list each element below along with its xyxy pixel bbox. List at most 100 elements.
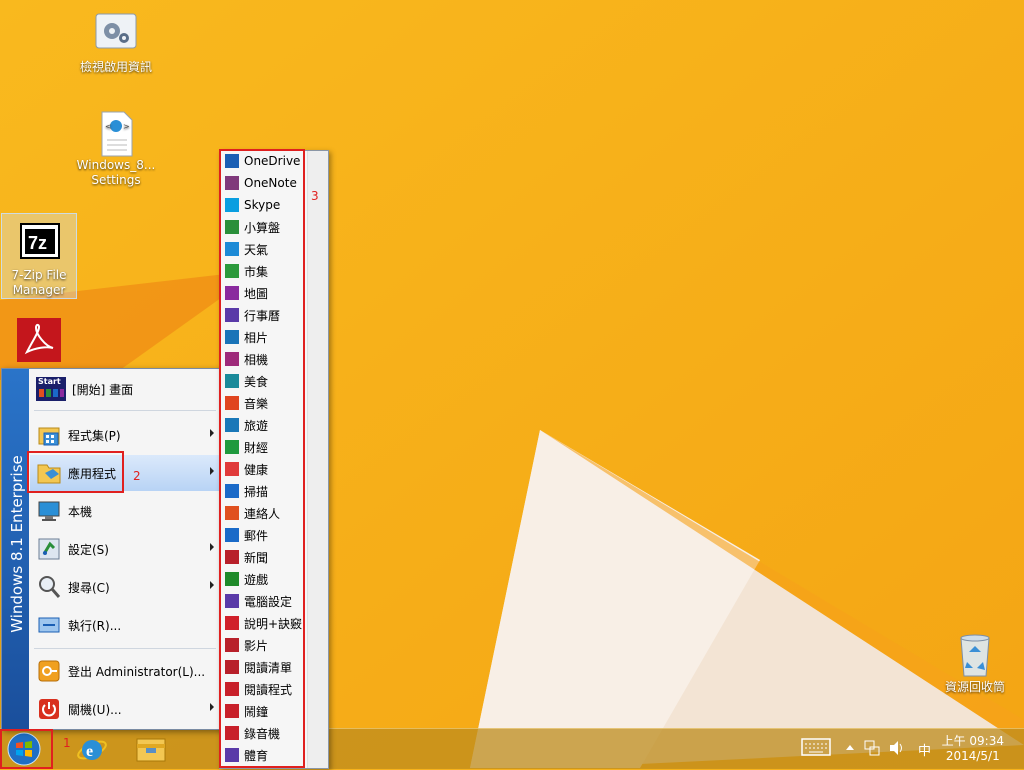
submenu-item-onedrive[interactable]: OneDrive [222,151,306,171]
submenu-item-skype[interactable]: Skype [222,195,306,215]
desktop-icon-label: Windows_8... Settings [76,158,156,187]
clock[interactable]: 上午 09:34 2014/5/1 [942,734,1004,764]
start-menu-banner-text: Windows 8.1 Enterprise [8,455,26,633]
start-menu-banner: Windows 8.1 Enterprise [2,369,29,729]
taskbar: e 中 上午 09:34 2014/5/1 [0,728,1024,769]
desktop-icon-label: 7-Zip File Manager [11,268,67,297]
start-screen-icon: Start [36,377,66,401]
start-menu-item-search[interactable]: 搜尋(C) [30,569,220,605]
submenu-item-pc-settings[interactable]: 電腦設定 [222,591,306,611]
finance-icon [225,440,239,454]
start-menu-item-this-pc[interactable]: 本機 [30,493,220,529]
start-menu-item-label: 關機(U)... [68,702,122,717]
submenu-item-health[interactable]: 健康 [222,459,306,479]
submenu-item-onenote[interactable]: OneNote [222,173,306,193]
submenu-arrow-icon [210,429,214,437]
submenu-item-calendar[interactable]: 行事曆 [222,305,306,325]
desktop-icon-7zip[interactable]: 7z 7-Zip File Manager [1,213,77,299]
submenu-item-news[interactable]: 新聞 [222,547,306,567]
submenu-item-music[interactable]: 音樂 [222,393,306,413]
submenu-item-food[interactable]: 美食 [222,371,306,391]
submenu-item-store[interactable]: 市集 [222,261,306,281]
svg-text:e: e [86,743,93,760]
start-menu-item-label: 應用程式 [68,466,117,481]
gear-document-icon [94,12,138,56]
scan-icon [225,484,239,498]
reader-icon [225,682,239,696]
search-icon [36,574,62,600]
submenu-item-sports[interactable]: 體育 [222,745,306,765]
taskbar-file-explorer[interactable] [133,731,169,767]
start-menu-item-shutdown[interactable]: 關機(U)... [30,691,220,727]
skype-icon [225,198,239,212]
submenu-item-maps[interactable]: 地圖 [222,283,306,303]
computer-icon [36,498,62,524]
start-button[interactable] [4,731,44,767]
submenu-item-video[interactable]: 影片 [222,635,306,655]
reading-list-icon [225,660,239,674]
desktop-icon-recycle-bin[interactable]: 資源回收筒 [930,632,1020,695]
start-menu-separator [34,648,216,649]
submenu-arrow-icon [210,703,214,711]
svg-text:>: > [123,122,130,131]
start-menu-item-start-screen[interactable]: Start [開始] 畫面 [30,371,220,407]
ime-indicator[interactable]: 中 [918,740,931,759]
weather-icon [225,242,239,256]
desktop-icon-activation-info[interactable]: 檢視啟用資訊 [71,12,161,75]
submenu-item-reader[interactable]: 閱讀程式 [222,679,306,699]
taskbar-internet-explorer[interactable]: e [74,731,110,767]
submenu-item-weather[interactable]: 天氣 [222,239,306,259]
calculator-icon [225,220,239,234]
submenu-arrow-icon [210,543,214,551]
recycle-bin-icon [953,632,997,677]
submenu-item-travel[interactable]: 旅遊 [222,415,306,435]
submenu-side-strip [307,151,328,768]
people-icon [225,506,239,520]
start-menu-item-settings[interactable]: 設定(S) [30,531,220,567]
start-menu-item-programs[interactable]: 程式集(P) [30,417,220,453]
start-menu-item-logoff[interactable]: 登出 Administrator(L)... [30,653,220,689]
trophy-icon [225,748,239,762]
games-icon [225,572,239,586]
show-hidden-icons-chevron-icon[interactable] [845,741,855,756]
desktop-icon-label: 檢視啟用資訊 [79,60,152,74]
apps-submenu: OneDrive OneNote Skype 小算盤 天氣 市集 地圖 行事曆 … [219,150,329,769]
submenu-item-alarms[interactable]: 鬧鐘 [222,701,306,721]
network-icon[interactable] [864,739,880,761]
submenu-item-help-tips[interactable]: 說明+訣竅 [222,613,306,633]
health-icon [225,462,239,476]
submenu-item-reading-list[interactable]: 閱讀清單 [222,657,306,677]
start-menu-item-label: 登出 Administrator(L)... [68,664,206,679]
music-icon [225,396,239,410]
news-icon [225,550,239,564]
submenu-item-scan[interactable]: 掃描 [222,481,306,501]
start-menu-item-label: 搜尋(C) [68,580,110,595]
maps-icon [225,286,239,300]
submenu-item-photos[interactable]: 相片 [222,327,306,347]
submenu-item-finance[interactable]: 財經 [222,437,306,457]
alarm-clock-icon [225,704,239,718]
help-icon [225,616,239,630]
submenu-item-camera[interactable]: 相機 [222,349,306,369]
submenu-item-people[interactable]: 連絡人 [222,503,306,523]
apps-folder-icon [36,460,62,486]
submenu-arrow-icon [210,581,214,589]
clock-date: 2014/5/1 [945,749,1000,763]
annotation-number-2: 2 [133,469,141,483]
start-menu-item-run[interactable]: 執行(R)... [30,607,220,643]
start-menu-item-apps[interactable]: 應用程式 [30,455,220,491]
volume-icon[interactable] [888,739,906,761]
submenu-item-sound-recorder[interactable]: 錄音機 [222,723,306,743]
onedrive-icon [225,154,239,168]
store-icon [225,264,239,278]
touch-keyboard-icon[interactable] [801,738,831,760]
desktop-icon-win8-settings[interactable]: < > Windows_8... Settings [71,110,161,188]
travel-icon [225,418,239,432]
submenu-item-calculator[interactable]: 小算盤 [222,217,306,237]
photos-icon [225,330,239,344]
submenu-item-mail[interactable]: 郵件 [222,525,306,545]
desktop-icon-acrobat[interactable] [0,318,78,366]
submenu-item-games[interactable]: 遊戲 [222,569,306,589]
food-icon [225,374,239,388]
start-menu: Windows 8.1 Enterprise Start [開始] 畫面 程式集… [1,368,222,730]
